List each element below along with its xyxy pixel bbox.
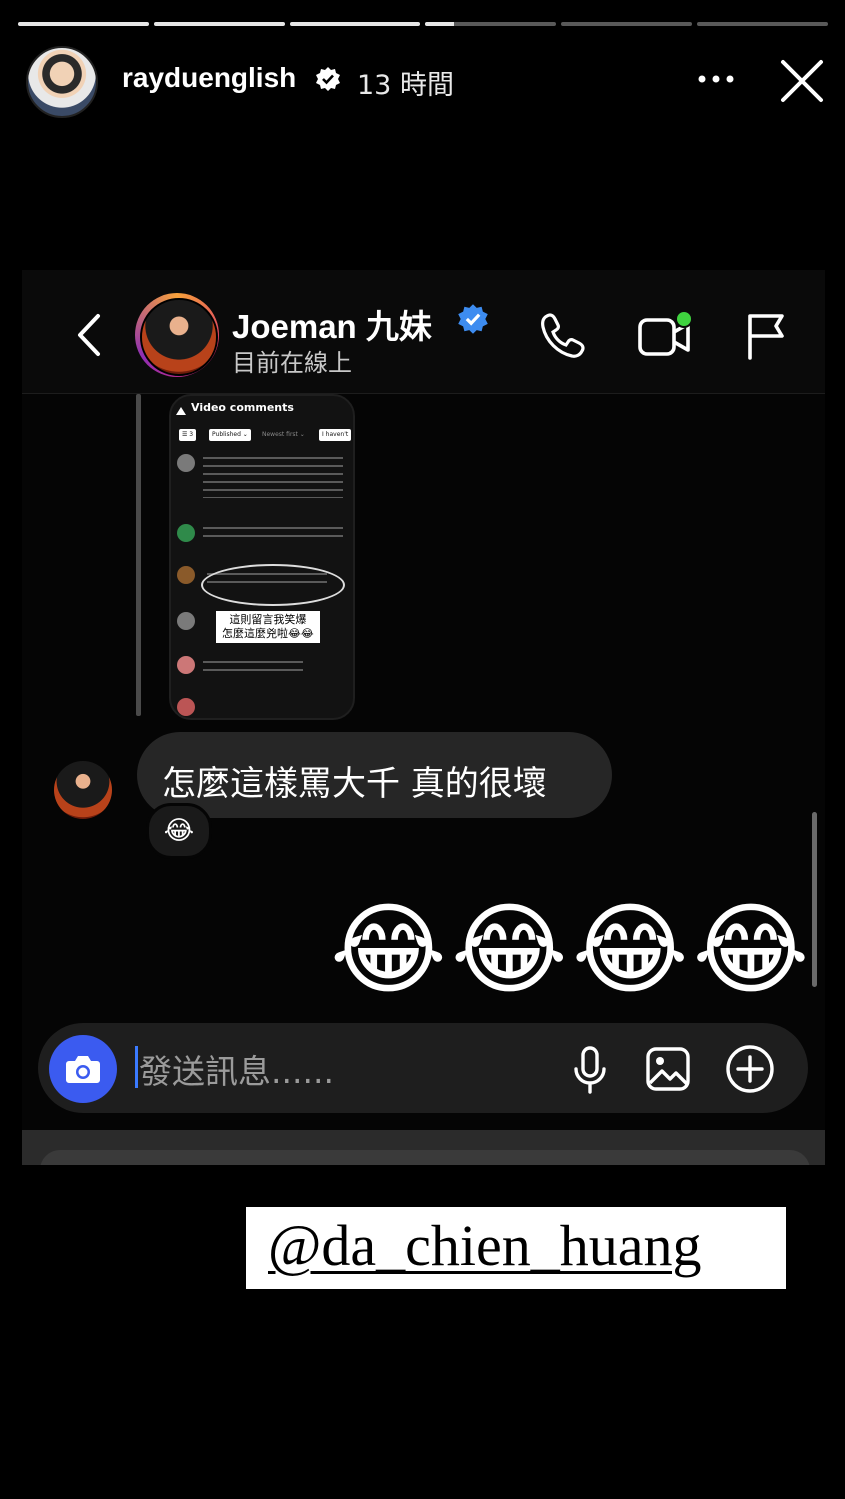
progress-segment bbox=[561, 22, 693, 26]
filter-published: Published ⌄ bbox=[209, 429, 251, 441]
more-options-icon[interactable] bbox=[694, 66, 738, 92]
mention-username[interactable]: @da_chien_huang bbox=[268, 1212, 702, 1279]
sender-avatar bbox=[54, 761, 112, 819]
text-cursor bbox=[135, 1046, 138, 1088]
progress-fill bbox=[425, 22, 455, 26]
contact-avatar bbox=[140, 298, 218, 376]
chat-screenshot: Joeman 九妹 目前在線上 Video comments ☰ 3 Publi… bbox=[22, 270, 825, 1165]
comment-text-block bbox=[203, 658, 303, 674]
message-input: 發送訊息...... bbox=[139, 1052, 334, 1091]
commenter-avatar bbox=[177, 612, 195, 630]
filter-count: ☰ 3 bbox=[179, 429, 197, 441]
commenter-avatar bbox=[177, 524, 195, 542]
microphone-icon bbox=[574, 1046, 606, 1094]
commenter-avatar bbox=[177, 454, 195, 472]
commenter-avatar bbox=[177, 656, 195, 674]
keyboard-bar bbox=[40, 1150, 810, 1165]
camera-icon bbox=[66, 1056, 100, 1083]
progress-fill bbox=[18, 22, 149, 26]
camera-button bbox=[49, 1035, 117, 1103]
phone-call-icon bbox=[541, 313, 585, 358]
contact-name: Joeman 九妹 bbox=[232, 308, 432, 345]
story-progress bbox=[18, 22, 828, 27]
online-status: 目前在線上 bbox=[232, 349, 352, 377]
add-icon bbox=[726, 1045, 774, 1093]
story-avatar[interactable] bbox=[26, 46, 98, 118]
commenter-avatar bbox=[177, 698, 195, 716]
message-reaction: 😂 bbox=[146, 803, 212, 859]
progress-segment bbox=[18, 22, 149, 26]
verified-badge-icon bbox=[458, 304, 488, 334]
caption-line: 怎麼這麼兇啦😂😂 bbox=[222, 627, 314, 640]
story-timestamp: 13 時間 bbox=[357, 70, 454, 101]
commenter-avatar bbox=[177, 566, 195, 584]
progress-segment bbox=[425, 22, 557, 26]
caption-line: 這則留言我笑爆 bbox=[229, 613, 307, 626]
progress-fill bbox=[153, 22, 285, 26]
studio-logo-icon bbox=[175, 402, 187, 415]
filter-sort: Newest first ⌄ bbox=[259, 429, 308, 441]
gallery-icon bbox=[646, 1047, 690, 1091]
story-username[interactable]: rayduenglish bbox=[122, 62, 296, 94]
highlight-circle bbox=[201, 564, 345, 606]
progress-segment bbox=[697, 22, 828, 26]
comments-title: Video comments bbox=[191, 401, 294, 414]
back-arrow-icon bbox=[78, 314, 100, 356]
progress-segment bbox=[153, 22, 285, 26]
reply-thread-line bbox=[136, 394, 141, 716]
comment-text-block bbox=[203, 524, 343, 540]
message-text: 怎麼這樣罵大千 真的很壞 bbox=[162, 764, 547, 804]
close-icon[interactable] bbox=[777, 56, 827, 106]
emoji-reply: 😂😂😂😂 bbox=[330, 891, 814, 1008]
comment-text-block bbox=[203, 454, 343, 498]
caption-sticker: 這則留言我笑爆 怎麼這麼兇啦😂😂 bbox=[216, 611, 320, 643]
scrollbar bbox=[812, 812, 817, 987]
progress-fill bbox=[289, 22, 421, 26]
shared-comments-screenshot: Video comments ☰ 3 Published ⌄ Newest fi… bbox=[169, 394, 355, 720]
verified-badge-icon bbox=[316, 67, 340, 91]
progress-segment bbox=[289, 22, 421, 26]
video-call-icon bbox=[638, 310, 693, 356]
report-flag-icon bbox=[748, 314, 784, 360]
filter-unanswered: I haven't bbox=[319, 429, 352, 441]
